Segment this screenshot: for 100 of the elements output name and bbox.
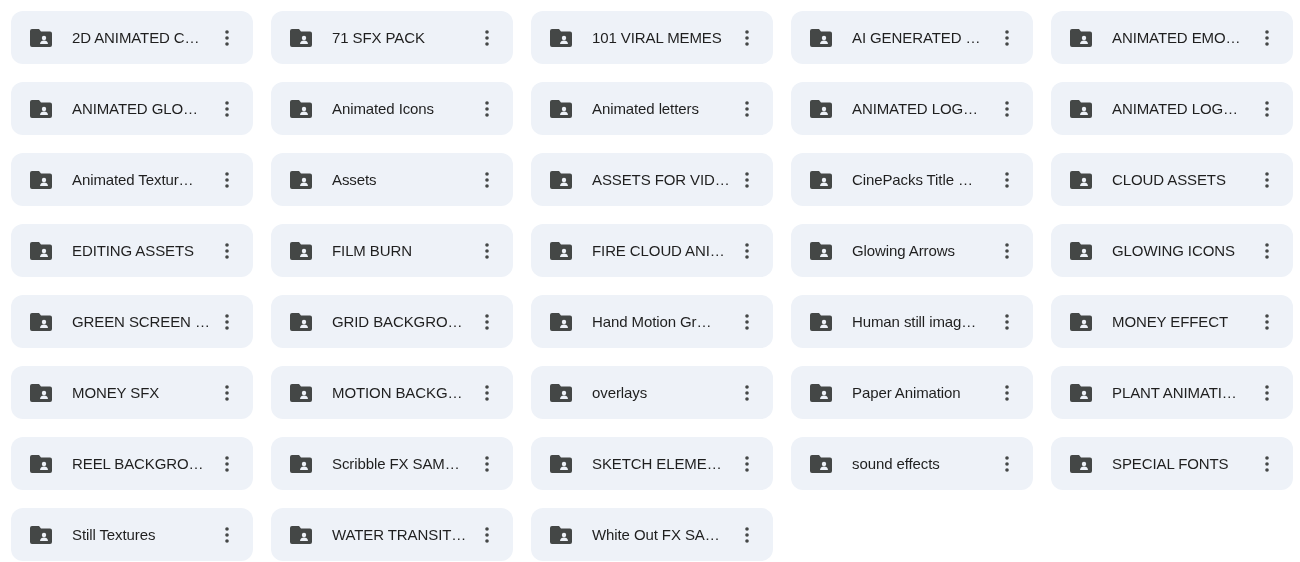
shared-folder-icon xyxy=(290,525,312,544)
folder-card[interactable]: Paper Animation xyxy=(791,366,1033,419)
more-vertical-icon xyxy=(1005,384,1009,401)
folder-name: Animated Textur… xyxy=(72,171,195,188)
folder-card[interactable]: Assets xyxy=(271,153,513,206)
folder-name: White Out FX SA… xyxy=(592,526,721,543)
folder-card[interactable]: GREEN SCREEN … xyxy=(11,295,253,348)
folder-name: ASSETS FOR VID… xyxy=(592,171,731,188)
more-vertical-icon xyxy=(1265,29,1269,46)
folder-card[interactable]: MOTION BACKG… xyxy=(271,366,513,419)
shared-folder-icon xyxy=(30,383,52,402)
folder-card[interactable]: White Out FX SA… xyxy=(531,508,773,561)
folder-name: EDITING ASSETS xyxy=(72,242,195,259)
shared-folder-icon xyxy=(810,454,832,473)
folder-card[interactable]: CLOUD ASSETS xyxy=(1051,153,1293,206)
folder-card[interactable]: 101 VIRAL MEMES xyxy=(531,11,773,64)
folder-card[interactable]: REEL BACKGRO… xyxy=(11,437,253,490)
folder-card[interactable]: GLOWING ICONS xyxy=(1051,224,1293,277)
folder-card[interactable]: sound effects xyxy=(791,437,1033,490)
folder-card[interactable]: ANIMATED EMO… xyxy=(1051,11,1293,64)
folder-card[interactable]: GRID BACKGRO… xyxy=(271,295,513,348)
more-vertical-icon xyxy=(1265,242,1269,259)
shared-folder-icon xyxy=(290,241,312,260)
folder-card[interactable]: Scribble FX SAM… xyxy=(271,437,513,490)
shared-folder-icon xyxy=(810,170,832,189)
folder-card[interactable]: Hand Motion Gr… xyxy=(531,295,773,348)
folder-card[interactable]: AI GENERATED … xyxy=(791,11,1033,64)
folder-card[interactable]: CinePacks Title … xyxy=(791,153,1033,206)
more-vertical-icon xyxy=(1265,313,1269,330)
folder-card[interactable]: FIRE CLOUD ANI… xyxy=(531,224,773,277)
shared-folder-icon xyxy=(290,454,312,473)
folder-card[interactable]: SPECIAL FONTS xyxy=(1051,437,1293,490)
shared-folder-icon xyxy=(1070,454,1092,473)
folder-card[interactable]: SKETCH ELEME… xyxy=(531,437,773,490)
more-vertical-icon xyxy=(225,313,229,330)
shared-folder-icon xyxy=(1070,170,1092,189)
more-vertical-icon xyxy=(225,455,229,472)
folder-card[interactable]: Human still imag… xyxy=(791,295,1033,348)
shared-folder-icon xyxy=(810,383,832,402)
folder-card[interactable]: FILM BURN xyxy=(271,224,513,277)
folder-card[interactable]: Animated Textur… xyxy=(11,153,253,206)
shared-folder-icon xyxy=(550,170,572,189)
folder-name: FIRE CLOUD ANI… xyxy=(592,242,726,259)
folder-card[interactable]: 2D ANIMATED C… xyxy=(11,11,253,64)
folder-card[interactable]: overlays xyxy=(531,366,773,419)
folder-name: ANIMATED EMO… xyxy=(1112,29,1242,46)
folder-name: SKETCH ELEME… xyxy=(592,455,723,472)
more-vertical-icon xyxy=(485,526,489,543)
shared-folder-icon xyxy=(550,312,572,331)
shared-folder-icon xyxy=(290,312,312,331)
shared-folder-icon xyxy=(30,99,52,118)
folder-name: REEL BACKGRO… xyxy=(72,455,205,472)
folder-card[interactable]: 71 SFX PACK xyxy=(271,11,513,64)
folder-name: GRID BACKGRO… xyxy=(332,313,464,330)
more-vertical-icon xyxy=(745,455,749,472)
folder-card[interactable]: MONEY SFX xyxy=(11,366,253,419)
shared-folder-icon xyxy=(550,28,572,47)
folder-card[interactable]: ANIMATED GLO… xyxy=(11,82,253,135)
folder-name: AI GENERATED … xyxy=(852,29,982,46)
shared-folder-icon xyxy=(30,170,52,189)
more-vertical-icon xyxy=(485,384,489,401)
more-vertical-icon xyxy=(1005,313,1009,330)
folder-card[interactable]: ANIMATED LOG… xyxy=(1051,82,1293,135)
folder-card[interactable]: Glowing Arrows xyxy=(791,224,1033,277)
folder-card[interactable]: Still Textures xyxy=(11,508,253,561)
more-vertical-icon xyxy=(745,100,749,117)
folder-card[interactable]: Animated letters xyxy=(531,82,773,135)
more-vertical-icon xyxy=(1005,29,1009,46)
more-vertical-icon xyxy=(1265,384,1269,401)
folder-card[interactable]: MONEY EFFECT xyxy=(1051,295,1293,348)
folder-card[interactable]: WATER TRANSIT… xyxy=(271,508,513,561)
folder-name: Paper Animation xyxy=(852,384,962,401)
more-vertical-icon xyxy=(1005,455,1009,472)
shared-folder-icon xyxy=(550,99,572,118)
more-vertical-icon xyxy=(225,526,229,543)
shared-folder-icon xyxy=(1070,99,1092,118)
shared-folder-icon xyxy=(30,28,52,47)
shared-folder-icon xyxy=(810,241,832,260)
shared-folder-icon xyxy=(290,99,312,118)
more-vertical-icon xyxy=(745,171,749,188)
folder-card[interactable]: EDITING ASSETS xyxy=(11,224,253,277)
shared-folder-icon xyxy=(1070,312,1092,331)
more-vertical-icon xyxy=(225,100,229,117)
shared-folder-icon xyxy=(290,383,312,402)
folder-name: MONEY SFX xyxy=(72,384,161,401)
folder-name: SPECIAL FONTS xyxy=(1112,455,1230,472)
folder-name: Hand Motion Gr… xyxy=(592,313,713,330)
folder-card[interactable]: Animated Icons xyxy=(271,82,513,135)
folder-card[interactable]: ASSETS FOR VID… xyxy=(531,153,773,206)
shared-folder-icon xyxy=(290,28,312,47)
more-vertical-icon xyxy=(225,384,229,401)
folder-card[interactable]: PLANT ANIMATI… xyxy=(1051,366,1293,419)
shared-folder-icon xyxy=(1070,383,1092,402)
shared-folder-icon xyxy=(810,28,832,47)
more-vertical-icon xyxy=(225,29,229,46)
folder-name: ANIMATED LOG… xyxy=(852,100,979,117)
more-vertical-icon xyxy=(745,313,749,330)
folder-name: sound effects xyxy=(852,455,941,472)
more-vertical-icon xyxy=(1005,242,1009,259)
folder-card[interactable]: ANIMATED LOG… xyxy=(791,82,1033,135)
